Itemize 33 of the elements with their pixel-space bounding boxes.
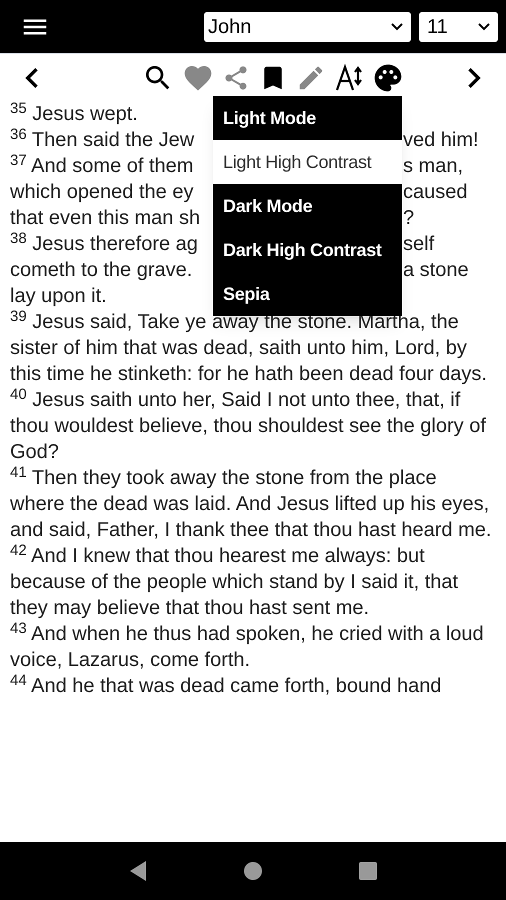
menu-item[interactable]: Sepia — [213, 272, 402, 316]
back-icon[interactable] — [128, 860, 148, 882]
verse-text: $^{43}$ And when he thus had spoken, he cried with a loud voice, Lazarus, come forth. — [10, 621, 485, 673]
verse-text: cometh to the grave. — [10, 258, 192, 283]
menu-item[interactable]: Dark Mode — [213, 184, 402, 228]
home-icon[interactable] — [242, 861, 263, 881]
verse-text: ved him! — [403, 128, 479, 153]
book-select[interactable]: John — [204, 12, 411, 42]
verse-text: which opened the ey — [10, 180, 194, 205]
menu-item[interactable]: Light Mode — [213, 96, 402, 140]
verse-text: caused — [403, 180, 468, 205]
verse-text: lay upon it. — [10, 284, 107, 309]
verse-text: a stone — [403, 258, 469, 283]
chapter-select[interactable]: 11 — [419, 12, 498, 42]
verse-text: $^{38}$ Jesus therefore ag — [10, 231, 198, 257]
verse-text: $^{37}$ And some of them — [10, 153, 194, 179]
verse-text: ? — [403, 206, 414, 231]
verse-text: $^{35}$ Jesus wept. — [10, 101, 138, 127]
verse-text: that even this man sh — [10, 206, 200, 231]
chevron-down-icon — [391, 22, 403, 30]
palette-icon[interactable] — [372, 62, 404, 94]
chevron-down-icon — [478, 22, 490, 30]
verse-text: $^{42}$ And I knew that thou hearest me always: but because of the people which stand by I said it, that they may believe that thou hast sent me. — [10, 543, 460, 621]
verse-text: s man, — [403, 154, 464, 179]
menu-item[interactable]: Light High Contrast — [213, 140, 402, 184]
menu-item[interactable]: Dark High Contrast — [213, 228, 402, 272]
verse-text: $^{36}$ Then said the Jew — [10, 127, 194, 153]
verse-text: self — [403, 232, 434, 257]
font-size-icon[interactable] — [334, 62, 364, 92]
verse-text: $^{44}$ And he that was dead came forth, bound hand — [10, 673, 442, 699]
verse-text: $^{41}$ Then they took away the stone from the place where the dead was laid. And Jesus lifted up his eyes, and said, Father, I thank thee that thou hast heard me. — [10, 465, 492, 543]
recents-icon[interactable] — [358, 861, 378, 881]
verse-text: $^{40}$ Jesus saith unto her, Said I not unto thee, that, if thou wouldest believe, thou shouldest see the glory of God? — [10, 387, 487, 465]
